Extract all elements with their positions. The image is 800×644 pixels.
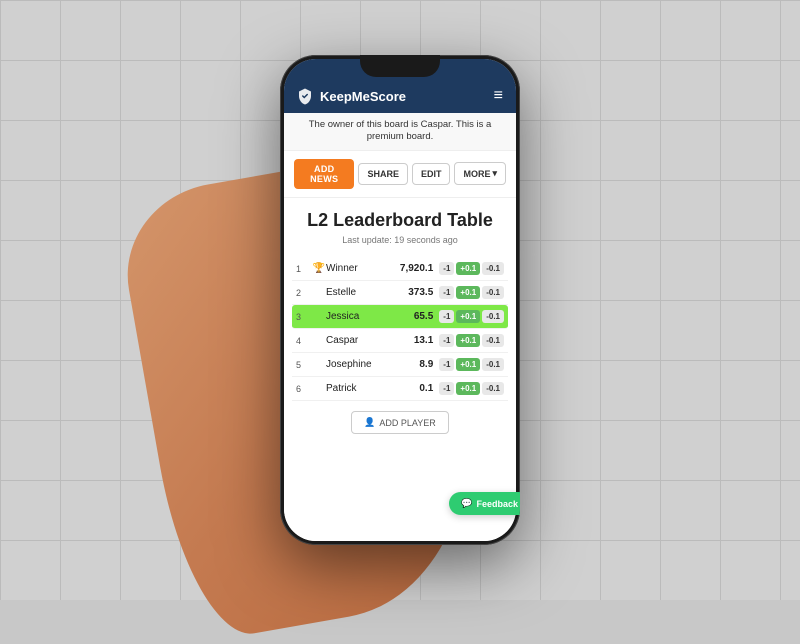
phone-notch bbox=[360, 55, 440, 77]
decrement-button[interactable]: -1 bbox=[439, 262, 454, 275]
player-score: 0.1 bbox=[397, 383, 433, 394]
rank-label: 5 bbox=[296, 360, 312, 370]
edit-button[interactable]: EDIT bbox=[412, 163, 451, 185]
rank-label: 2 bbox=[296, 288, 312, 298]
table-row: 3 Jessica 65.5 -1 +0.1 -0.1 bbox=[292, 305, 508, 329]
increment-button[interactable]: +0.1 bbox=[456, 310, 480, 323]
score-buttons: -1 +0.1 -0.1 bbox=[439, 310, 504, 323]
feedback-button[interactable]: 💬 Feedback bbox=[449, 492, 520, 515]
player-score: 8.9 bbox=[397, 359, 433, 370]
rank-label: 6 bbox=[296, 384, 312, 394]
board-title: L2 Leaderboard Table bbox=[294, 210, 506, 232]
player-name: Caspar bbox=[326, 335, 397, 346]
player-name: Winner bbox=[326, 263, 397, 274]
small-decrement-button[interactable]: -0.1 bbox=[482, 358, 504, 371]
score-buttons: -1 +0.1 -0.1 bbox=[439, 286, 504, 299]
title-area: L2 Leaderboard Table Last update: 19 sec… bbox=[284, 198, 516, 258]
increment-button[interactable]: +0.1 bbox=[456, 358, 480, 371]
score-buttons: -1 +0.1 -0.1 bbox=[439, 358, 504, 371]
person-add-icon: 👤 bbox=[364, 417, 375, 428]
score-buttons: -1 +0.1 -0.1 bbox=[439, 382, 504, 395]
decrement-button[interactable]: -1 bbox=[439, 358, 454, 371]
table-row: 2 Estelle 373.5 -1 +0.1 -0.1 bbox=[292, 281, 508, 305]
increment-button[interactable]: +0.1 bbox=[456, 286, 480, 299]
phone-screen: KeepMeScore ≡ The owner of this board is… bbox=[284, 59, 516, 541]
score-buttons: -1 +0.1 -0.1 bbox=[439, 334, 504, 347]
rank-label: 3 bbox=[296, 312, 312, 322]
player-name: Jessica bbox=[326, 311, 397, 322]
leaderboard: 1 🏆 Winner 7,920.1 -1 +0.1 -0.1 2 Estell… bbox=[284, 257, 516, 401]
small-decrement-button[interactable]: -0.1 bbox=[482, 262, 504, 275]
toolbar: ADD NEWS SHARE EDIT MORE ▾ bbox=[284, 151, 516, 198]
trophy-icon: 🏆 bbox=[312, 263, 326, 274]
share-button[interactable]: SHARE bbox=[358, 163, 408, 185]
add-player-button[interactable]: 👤 ADD PLAYER bbox=[351, 411, 449, 434]
feedback-icon: 💬 bbox=[461, 498, 472, 509]
add-news-button[interactable]: ADD NEWS bbox=[294, 159, 354, 189]
decrement-button[interactable]: -1 bbox=[439, 382, 454, 395]
player-name: Josephine bbox=[326, 359, 397, 370]
hamburger-icon[interactable]: ≡ bbox=[494, 87, 504, 105]
table-row: 1 🏆 Winner 7,920.1 -1 +0.1 -0.1 bbox=[292, 257, 508, 281]
player-name: Estelle bbox=[326, 287, 397, 298]
decrement-button[interactable]: -1 bbox=[439, 286, 454, 299]
table-row: 5 Josephine 8.9 -1 +0.1 -0.1 bbox=[292, 353, 508, 377]
score-buttons: -1 +0.1 -0.1 bbox=[439, 262, 504, 275]
small-decrement-button[interactable]: -0.1 bbox=[482, 382, 504, 395]
player-score: 13.1 bbox=[397, 335, 433, 346]
rank-label: 4 bbox=[296, 336, 312, 346]
hand-wrapper: KeepMeScore ≡ The owner of this board is… bbox=[190, 10, 610, 590]
increment-button[interactable]: +0.1 bbox=[456, 334, 480, 347]
table-row: 6 Patrick 0.1 -1 +0.1 -0.1 bbox=[292, 377, 508, 401]
table-row: 4 Caspar 13.1 -1 +0.1 -0.1 bbox=[292, 329, 508, 353]
decrement-button[interactable]: -1 bbox=[439, 334, 454, 347]
player-score: 65.5 bbox=[397, 311, 433, 322]
small-decrement-button[interactable]: -0.1 bbox=[482, 334, 504, 347]
chevron-down-icon: ▾ bbox=[492, 168, 497, 179]
shield-icon bbox=[296, 87, 314, 105]
brand-name: KeepMeScore bbox=[320, 89, 406, 104]
small-decrement-button[interactable]: -0.1 bbox=[482, 286, 504, 299]
main-content: The owner of this board is Caspar. This … bbox=[284, 113, 516, 541]
navbar-brand: KeepMeScore bbox=[296, 87, 406, 105]
player-name: Patrick bbox=[326, 383, 397, 394]
more-button[interactable]: MORE ▾ bbox=[454, 162, 506, 185]
premium-notice: The owner of this board is Caspar. This … bbox=[284, 113, 516, 151]
decrement-button[interactable]: -1 bbox=[439, 310, 454, 323]
player-score: 7,920.1 bbox=[397, 263, 433, 274]
last-update: Last update: 19 seconds ago bbox=[294, 235, 506, 245]
phone-frame: KeepMeScore ≡ The owner of this board is… bbox=[280, 55, 520, 545]
add-player-row: 👤 ADD PLAYER bbox=[284, 401, 516, 444]
increment-button[interactable]: +0.1 bbox=[456, 382, 480, 395]
player-score: 373.5 bbox=[397, 287, 433, 298]
small-decrement-button[interactable]: -0.1 bbox=[482, 310, 504, 323]
rank-label: 1 bbox=[296, 264, 312, 274]
increment-button[interactable]: +0.1 bbox=[456, 262, 480, 275]
